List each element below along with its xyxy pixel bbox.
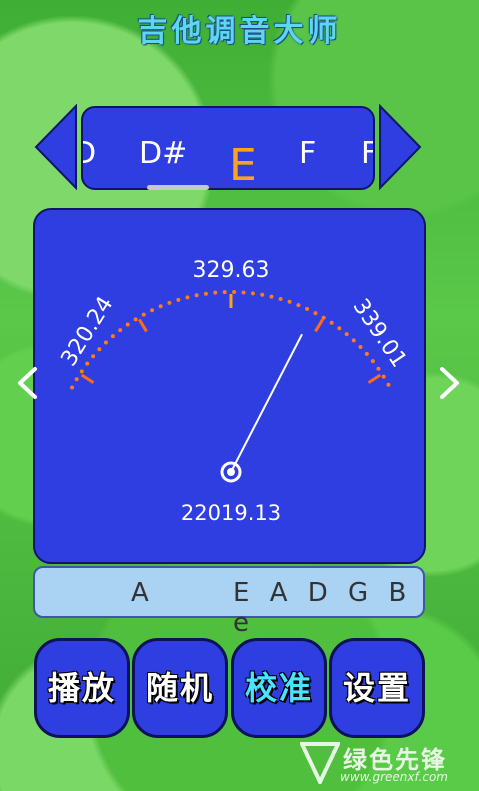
scale-dot: [185, 295, 190, 300]
scale-dot: [386, 382, 391, 387]
scale-dot: [125, 322, 130, 327]
scale-dot: [370, 359, 375, 364]
scale-dot: [70, 385, 75, 390]
scale-dot: [158, 304, 163, 309]
play-button[interactable]: 播放: [34, 638, 130, 738]
tuner-meter: 329.63 320.24 339.01 22019.13: [33, 208, 426, 564]
watermark-v-icon: [300, 742, 340, 784]
scale-dot: [118, 328, 123, 333]
scale-dot: [203, 291, 208, 296]
scale-dot: [321, 315, 326, 320]
scale-dot: [358, 344, 363, 349]
watermark-logo: 绿色先锋 www.greenxf.com: [298, 738, 478, 788]
scale-dot: [260, 292, 265, 297]
scale-dot: [364, 351, 369, 356]
scale-dot: [287, 299, 292, 304]
scale-dot: [278, 296, 283, 301]
meter-needle: [230, 333, 303, 473]
scale-dot: [269, 294, 274, 299]
note-item[interactable]: D#: [139, 136, 187, 171]
chevron-left-icon[interactable]: [15, 366, 39, 400]
calibrate-button[interactable]: 校准: [231, 638, 327, 738]
scale-dot: [296, 303, 301, 308]
scale-dot: [351, 338, 356, 343]
scale-dot: [79, 369, 84, 374]
scale-dot: [91, 354, 96, 359]
note-item[interactable]: D: [83, 136, 96, 171]
scale-dot: [376, 366, 381, 371]
scale-dot: [381, 374, 386, 379]
prev-note-icon[interactable]: [34, 104, 78, 190]
scale-dot: [110, 334, 115, 339]
note-item[interactable]: F: [299, 136, 316, 171]
note-scroll-indicator: [147, 185, 209, 190]
needle-pivot-dot: [227, 468, 235, 476]
scale-dot: [232, 290, 237, 295]
scale-tick: [314, 318, 324, 333]
scale-dot: [213, 290, 218, 295]
meter-dial: 329.63 320.24 339.01 22019.13: [56, 258, 412, 525]
string-set-bar[interactable]: A E A D G B e: [33, 566, 425, 638]
scale-dot: [305, 306, 310, 311]
note-item-active[interactable]: E: [229, 140, 257, 188]
scale-dot: [344, 332, 349, 337]
high-frequency-label: 339.01: [348, 294, 412, 372]
scale-dot: [85, 361, 90, 366]
current-string: A: [131, 578, 149, 608]
scale-dot: [313, 311, 318, 316]
scale-dot: [74, 377, 79, 382]
scale-dot: [250, 291, 255, 296]
settings-button[interactable]: 设置: [329, 638, 425, 738]
scale-tick: [80, 373, 95, 384]
watermark-url: www.greenxf.com: [340, 770, 448, 784]
note-item[interactable]: F: [361, 136, 373, 171]
random-button[interactable]: 随机: [132, 638, 228, 738]
scale-dot: [194, 293, 199, 298]
scale-dot: [133, 317, 138, 322]
next-note-icon[interactable]: [378, 104, 422, 190]
note-selector[interactable]: D D# E F F: [81, 106, 375, 190]
scale-dot: [167, 300, 172, 305]
scale-ticks: [80, 294, 382, 384]
scale-dot: [103, 340, 108, 345]
scale-dot: [329, 320, 334, 325]
scale-dot: [241, 290, 246, 295]
scale-tick: [138, 318, 148, 333]
low-frequency-label: 320.24: [56, 292, 118, 371]
scale-dot: [150, 308, 155, 313]
scale-dot: [97, 347, 102, 352]
scale-dot: [337, 326, 342, 331]
scale-dot: [222, 290, 227, 295]
chevron-right-icon[interactable]: [438, 366, 462, 400]
scale-dot: [141, 312, 146, 317]
scale-tick: [367, 373, 382, 384]
tuning-strings: E A D G B e: [233, 578, 413, 638]
scale-dot: [176, 297, 181, 302]
detected-frequency: 22019.13: [181, 501, 281, 525]
target-frequency-label: 329.63: [193, 258, 270, 283]
app-title: 吉他调音大师: [137, 14, 342, 49]
